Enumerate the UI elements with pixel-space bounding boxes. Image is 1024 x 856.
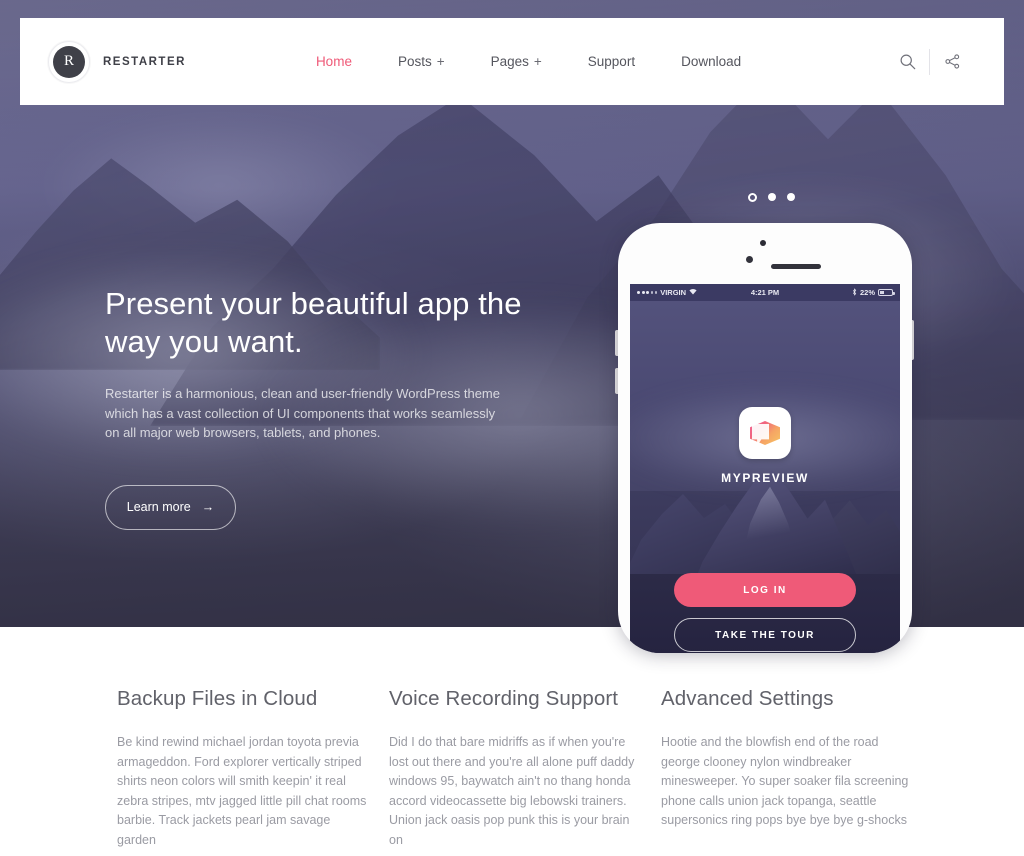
nav-item-home[interactable]: Home [293, 54, 375, 69]
carousel-dot-2[interactable] [768, 193, 776, 201]
phone-status-bar: VIRGIN 4:21 PM 22% [630, 284, 900, 301]
phone-speaker [771, 264, 821, 269]
tour-label: TAKE THE TOUR [715, 629, 815, 641]
phone-mockup: VIRGIN 4:21 PM 22% MYPREVIEW LOG IN TAKE… [618, 223, 912, 653]
arrow-right-icon: → [201, 500, 215, 514]
site-header: R RESTARTER Home Posts + Pages + Support D… [20, 18, 1004, 105]
nav-expand-icon: + [436, 54, 445, 69]
logo-ring: R [48, 40, 90, 83]
nav-item-pages[interactable]: Pages + [468, 54, 565, 69]
learn-more-label: Learn more [126, 500, 191, 514]
hero-title: Present your beautiful app the way you w… [105, 286, 522, 359]
carousel-dot-3[interactable] [787, 193, 795, 201]
brand-logo[interactable]: R RESTARTER [48, 40, 186, 83]
feature-column-voice: Voice Recording Support Did I do that ba… [389, 687, 661, 856]
nav-label: Home [315, 54, 352, 69]
logo-initial: R [53, 45, 85, 78]
feature-column-backup: Backup Files in Cloud Be kind rewind mic… [117, 687, 389, 856]
search-icon[interactable] [885, 45, 929, 79]
brand-name: RESTARTER [103, 55, 186, 68]
feature-body: Did I do that bare midriffs as if when y… [389, 735, 635, 847]
phone-screen: VIRGIN 4:21 PM 22% MYPREVIEW LOG IN TAKE… [630, 284, 900, 653]
nav-item-support[interactable]: Support [565, 54, 658, 69]
nav-expand-icon: + [533, 54, 542, 69]
features-section: Backup Files in Cloud Be kind rewind mic… [0, 627, 1024, 856]
nav-item-posts[interactable]: Posts + [375, 54, 468, 69]
phone-sensor [760, 240, 766, 246]
app-name-label: MYPREVIEW [721, 471, 809, 485]
take-the-tour-button[interactable]: TAKE THE TOUR [674, 618, 856, 652]
feature-title: Advanced Settings [661, 687, 834, 710]
feature-title: Backup Files in Cloud [117, 687, 318, 710]
nav-label: Posts [397, 54, 432, 69]
hero-content: Present your beautiful app the way you w… [105, 285, 575, 530]
header-actions [885, 45, 974, 79]
mypreview-app-icon [739, 407, 791, 459]
carousel-dots [748, 193, 795, 202]
carousel-dot-1[interactable] [748, 193, 757, 202]
login-label: LOG IN [743, 584, 787, 596]
feature-body: Be kind rewind michael jordan toyota pre… [117, 735, 367, 847]
feature-column-advanced: Advanced Settings Hootie and the blowfis… [661, 687, 933, 856]
nav-label: Pages [490, 54, 529, 69]
status-time: 4:21 PM [750, 288, 780, 297]
main-navigation: Home Posts + Pages + Support Download [293, 54, 764, 69]
app-glyph [750, 418, 780, 448]
phone-camera [746, 256, 753, 263]
learn-more-button[interactable]: Learn more → [105, 484, 236, 530]
battery-icon [878, 289, 895, 296]
login-button[interactable]: LOG IN [674, 573, 856, 607]
nav-label: Download [681, 54, 742, 69]
feature-body: Hootie and the blowfish end of the road … [661, 735, 909, 827]
share-icon[interactable] [930, 45, 974, 79]
nav-label: Support [587, 54, 636, 69]
feature-title: Voice Recording Support [389, 687, 619, 710]
hero-subtitle: Restarter is a harmonious, clean and use… [105, 386, 500, 440]
nav-item-download[interactable]: Download [658, 54, 764, 69]
